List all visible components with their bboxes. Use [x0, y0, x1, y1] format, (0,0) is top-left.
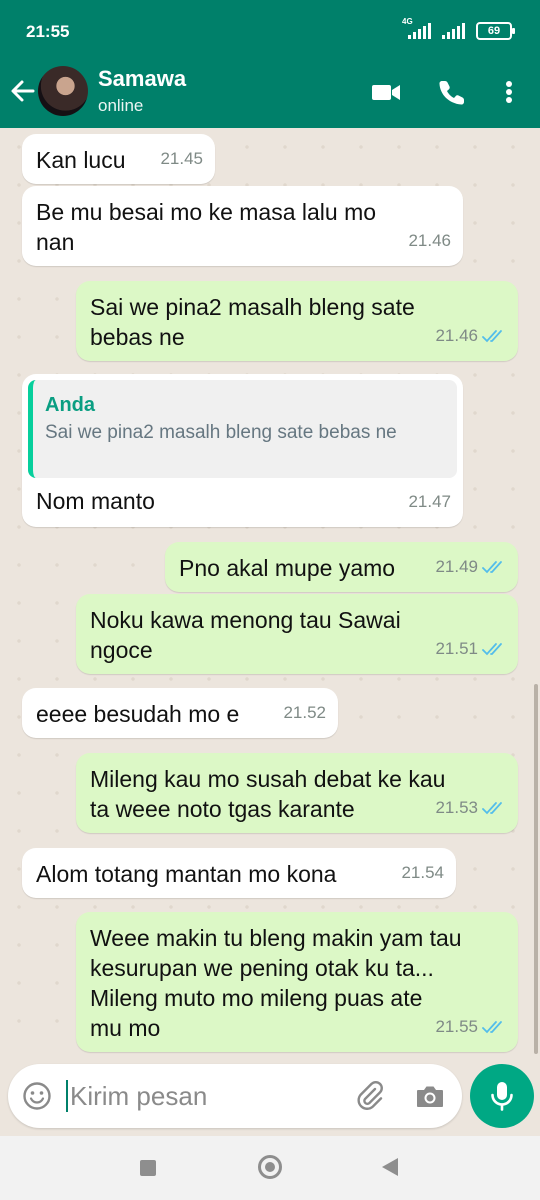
message-outgoing[interactable]: Pno akal mupe yamo 21.49: [165, 542, 518, 592]
message-time: 21.45: [160, 149, 203, 168]
read-receipt-icon: [482, 643, 502, 656]
message-time: 21.46: [408, 231, 451, 250]
contact-status: online: [98, 96, 144, 115]
read-receipt-icon: [482, 561, 502, 574]
system-back-icon[interactable]: [382, 1158, 398, 1176]
message-text: Kan lucu: [36, 147, 126, 173]
message-time: 21.47: [408, 492, 451, 511]
camera-icon[interactable]: [414, 1080, 446, 1112]
status-icons: 4G 69: [402, 17, 515, 40]
message-meta: 21.51: [435, 634, 506, 664]
quoted-author: Anda: [45, 394, 95, 416]
message-time: 21.46: [435, 326, 478, 345]
message-meta: 21.46: [435, 321, 506, 351]
contact-avatar[interactable]: [38, 66, 88, 116]
message-incoming[interactable]: Kan lucu 21.45: [22, 134, 215, 184]
chat-header: Samawa online: [0, 62, 540, 128]
message-text: Noku kawa menong tau Sawai ngoce: [90, 607, 401, 663]
message-incoming[interactable]: Be mu besai mo ke masa lalu mo nan 21.46: [22, 186, 463, 266]
system-navigation-bar: [0, 1136, 540, 1200]
cellular-signal-icon: 4G: [402, 17, 432, 39]
message-meta: 21.49: [435, 552, 506, 582]
message-incoming-reply[interactable]: Anda Sai we pina2 masalh bleng sate beba…: [22, 374, 463, 527]
message-text: Nom manto: [36, 488, 155, 514]
home-icon[interactable]: [258, 1155, 282, 1179]
message-time: 21.52: [283, 703, 326, 722]
battery-icon: 69: [476, 22, 515, 40]
message-outgoing[interactable]: Noku kawa menong tau Sawai ngoce 21.51: [76, 594, 518, 674]
voice-call-icon[interactable]: [436, 78, 468, 106]
message-time: 21.49: [435, 557, 478, 576]
quoted-text: Sai we pina2 masalh bleng sate bebas ne: [45, 422, 397, 443]
message-time: 21.54: [401, 863, 444, 882]
message-meta: 21.53: [435, 793, 506, 823]
conversation-area[interactable]: Kan lucu 21.45 Be mu besai mo ke masa la…: [0, 128, 540, 1056]
status-bar: 21:55 4G 69: [0, 0, 540, 62]
message-text: Weee makin tu bleng makin yam tau kesuru…: [90, 925, 462, 1041]
read-receipt-icon: [482, 330, 502, 343]
recent-apps-icon[interactable]: [140, 1160, 156, 1176]
cellular-signal-2-icon: [442, 23, 466, 39]
message-meta: 21.46: [408, 226, 451, 256]
more-options-icon[interactable]: [494, 78, 524, 106]
message-meta: 21.55: [435, 1012, 506, 1042]
message-meta: 21.52: [283, 698, 326, 728]
message-text: eeee besudah mo e: [36, 701, 240, 727]
message-meta: 21.47: [408, 487, 451, 517]
contact-name[interactable]: Samawa: [98, 66, 186, 92]
message-input[interactable]: [70, 1076, 340, 1116]
message-text: Be mu besai mo ke masa lalu mo nan: [36, 199, 377, 255]
video-call-icon[interactable]: [370, 78, 402, 106]
text-cursor: [66, 1080, 68, 1112]
battery-level: 69: [487, 25, 501, 37]
network-type: 4G: [402, 17, 413, 26]
message-text: Alom totang mantan mo kona: [36, 861, 337, 887]
message-outgoing[interactable]: Sai we pina2 masalh bleng sate bebas ne …: [76, 281, 518, 361]
emoji-icon[interactable]: [22, 1081, 52, 1111]
read-receipt-icon: [482, 1021, 502, 1034]
message-text: Mileng kau mo susah debat ke kau ta weee…: [90, 766, 446, 822]
message-time: 21.53: [435, 798, 478, 817]
scrollbar-thumb[interactable]: [534, 684, 538, 1054]
message-time: 21.55: [435, 1017, 478, 1036]
message-outgoing[interactable]: Weee makin tu bleng makin yam tau kesuru…: [76, 912, 518, 1052]
status-time: 21:55: [26, 22, 70, 41]
message-text: Pno akal mupe yamo: [179, 555, 396, 581]
message-outgoing[interactable]: Mileng kau mo susah debat ke kau ta weee…: [76, 753, 518, 833]
message-meta: 21.54: [401, 858, 444, 888]
message-time: 21.51: [435, 639, 478, 658]
message-incoming[interactable]: eeee besudah mo e 21.52: [22, 688, 338, 738]
message-composer: [8, 1064, 462, 1128]
voice-message-button[interactable]: [470, 1064, 534, 1128]
microphone-icon: [491, 1082, 513, 1111]
read-receipt-icon: [482, 802, 502, 815]
attachment-icon[interactable]: [354, 1080, 386, 1112]
message-text: Sai we pina2 masalh bleng sate bebas ne: [90, 294, 415, 350]
message-meta: 21.45: [160, 144, 203, 174]
back-arrow-icon[interactable]: [8, 76, 38, 106]
message-incoming[interactable]: Alom totang mantan mo kona 21.54: [22, 848, 456, 898]
quoted-message[interactable]: Anda Sai we pina2 masalh bleng sate beba…: [28, 380, 457, 478]
